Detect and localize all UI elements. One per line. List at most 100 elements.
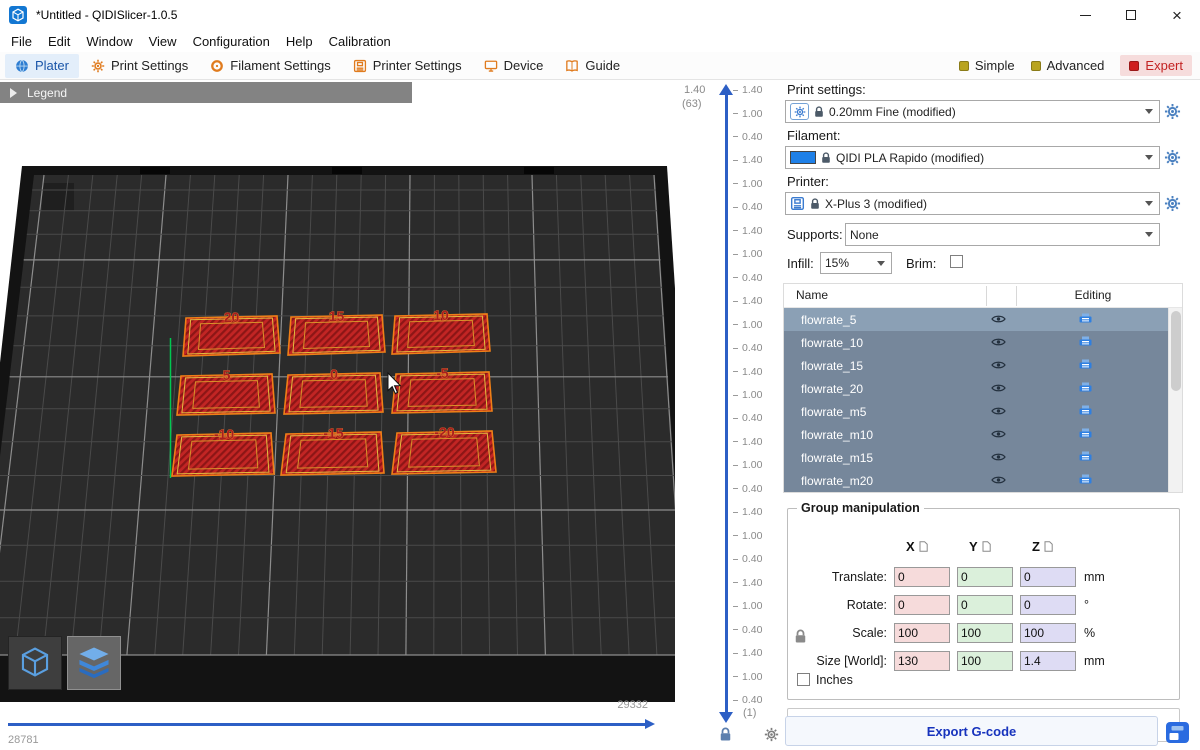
printer-combo[interactable]: X-Plus 3 (modified) xyxy=(785,192,1160,215)
tab-printer-settings[interactable]: Printer Settings xyxy=(343,54,472,78)
viewport-3d[interactable]: 20151050-5-10-15-20 Legend 29332 28781 xyxy=(0,80,675,750)
slider-up-arrow[interactable] xyxy=(719,84,733,95)
layer-tick: 1.40 xyxy=(733,366,762,378)
infill-value: 15% xyxy=(825,256,849,270)
list-item-flowrate_20[interactable]: flowrate_20 xyxy=(784,377,1168,400)
reset-icon[interactable] xyxy=(1044,541,1053,552)
editing-icon[interactable] xyxy=(1079,359,1092,371)
gm-x-input[interactable] xyxy=(894,623,950,643)
maximize-button[interactable] xyxy=(1108,0,1154,30)
gm-x-input[interactable] xyxy=(894,567,950,587)
menu-calibration[interactable]: Calibration xyxy=(321,34,399,49)
list-item-flowrate_10[interactable]: flowrate_10 xyxy=(784,331,1168,354)
visibility-eye-icon[interactable] xyxy=(991,406,1006,416)
visibility-eye-icon[interactable] xyxy=(991,314,1006,324)
gm-y-input[interactable] xyxy=(957,567,1013,587)
menu-view[interactable]: View xyxy=(141,34,185,49)
list-scrollbar[interactable] xyxy=(1168,308,1182,492)
gm-x-input[interactable] xyxy=(894,651,950,671)
menu-edit[interactable]: Edit xyxy=(40,34,78,49)
visibility-eye-icon[interactable] xyxy=(991,383,1006,393)
visibility-eye-icon[interactable] xyxy=(991,337,1006,347)
export-gcode-button[interactable]: Export G-code xyxy=(785,716,1158,746)
infill-combo[interactable]: 15% xyxy=(820,252,892,274)
menu-help[interactable]: Help xyxy=(278,34,321,49)
editing-icon[interactable] xyxy=(1079,313,1092,325)
printer-gear-button[interactable] xyxy=(1164,195,1181,212)
mode-expert[interactable]: Expert xyxy=(1120,55,1192,76)
send-to-printer-icon[interactable] xyxy=(1165,721,1190,744)
menu-configuration[interactable]: Configuration xyxy=(185,34,278,49)
legend-bar[interactable]: Legend xyxy=(0,82,412,103)
menu-window[interactable]: Window xyxy=(78,34,140,49)
editing-icon[interactable] xyxy=(1079,451,1092,463)
gm-y-input[interactable] xyxy=(957,595,1013,615)
gcode-move-slider[interactable] xyxy=(8,719,660,731)
filament-combo[interactable]: QIDI PLA Rapido (modified) xyxy=(785,146,1160,169)
layer-slider-track[interactable] xyxy=(725,95,728,712)
axis-letter: Z xyxy=(1032,539,1040,554)
close-button[interactable]: × xyxy=(1154,0,1200,30)
slider-right-arrow[interactable] xyxy=(645,719,655,729)
slider-gear-icon[interactable] xyxy=(764,727,779,742)
column-header-name[interactable]: Name xyxy=(796,288,828,302)
tab-plater[interactable]: Plater xyxy=(5,54,79,78)
tab-filament-settings[interactable]: Filament Settings xyxy=(200,54,340,78)
mode-simple[interactable]: Simple xyxy=(959,58,1015,73)
reset-icon[interactable] xyxy=(919,541,928,552)
tick-mark xyxy=(733,653,738,654)
brim-checkbox[interactable] xyxy=(950,255,963,268)
slider-lock-icon[interactable] xyxy=(719,727,732,742)
list-item-flowrate_15[interactable]: flowrate_15 xyxy=(784,354,1168,377)
menu-file[interactable]: File xyxy=(3,34,40,49)
tick-mark xyxy=(733,700,738,701)
tab-guide[interactable]: Guide xyxy=(555,54,630,78)
filament-gear-button[interactable] xyxy=(1164,149,1181,166)
visibility-eye-icon[interactable] xyxy=(991,360,1006,370)
list-item-flowrate_m10[interactable]: flowrate_m10 xyxy=(784,423,1168,446)
mode-label: Simple xyxy=(975,58,1015,73)
editing-icon[interactable] xyxy=(1079,428,1092,440)
gm-z-input[interactable] xyxy=(1020,623,1076,643)
list-item-flowrate_m5[interactable]: flowrate_m5 xyxy=(784,400,1168,423)
print-settings-gear-button[interactable] xyxy=(1164,103,1181,120)
view-preview-button[interactable] xyxy=(67,636,121,690)
reset-icon[interactable] xyxy=(982,541,991,552)
visibility-eye-icon[interactable] xyxy=(991,452,1006,462)
tab-device[interactable]: Device xyxy=(474,54,554,78)
list-item-flowrate_m20[interactable]: flowrate_m20 xyxy=(784,469,1168,492)
scrollbar-thumb[interactable] xyxy=(1171,311,1181,391)
axis-letter: Y xyxy=(969,539,978,554)
lock-icon xyxy=(814,106,824,118)
gm-z-input[interactable] xyxy=(1020,567,1076,587)
tick-label: 1.00 xyxy=(742,600,762,612)
column-header-editing[interactable]: Editing xyxy=(1016,288,1170,302)
minimize-button[interactable] xyxy=(1062,0,1108,30)
slider-down-arrow[interactable] xyxy=(719,712,733,723)
editing-icon[interactable] xyxy=(1079,336,1092,348)
view-3d-button[interactable] xyxy=(8,636,62,690)
visibility-eye-icon[interactable] xyxy=(991,429,1006,439)
tick-mark xyxy=(733,371,738,372)
mode-advanced[interactable]: Advanced xyxy=(1031,58,1105,73)
editing-icon[interactable] xyxy=(1079,474,1092,486)
slider-track[interactable] xyxy=(8,723,646,726)
editing-icon[interactable] xyxy=(1079,382,1092,394)
supports-combo[interactable]: None xyxy=(845,223,1160,246)
list-item-flowrate_5[interactable]: flowrate_5 xyxy=(784,308,1168,331)
visibility-eye-icon[interactable] xyxy=(991,475,1006,485)
editing-icon[interactable] xyxy=(1079,405,1092,417)
tab-print-settings[interactable]: Print Settings xyxy=(81,54,198,78)
layer-tick: 1.40 xyxy=(733,436,762,448)
gm-z-input[interactable] xyxy=(1020,595,1076,615)
list-item-flowrate_m15[interactable]: flowrate_m15 xyxy=(784,446,1168,469)
object-list: Name Editing flowrate_5flowrate_10flowra… xyxy=(783,283,1183,493)
gm-x-input[interactable] xyxy=(894,595,950,615)
gm-unit: ° xyxy=(1084,598,1089,612)
gm-z-input[interactable] xyxy=(1020,651,1076,671)
print-settings-combo[interactable]: 0.20mm Fine (modified) xyxy=(785,100,1160,123)
gm-y-input[interactable] xyxy=(957,623,1013,643)
layer-height-top: 1.40 xyxy=(684,84,705,96)
gm-y-input[interactable] xyxy=(957,651,1013,671)
inches-checkbox[interactable] xyxy=(797,673,810,686)
